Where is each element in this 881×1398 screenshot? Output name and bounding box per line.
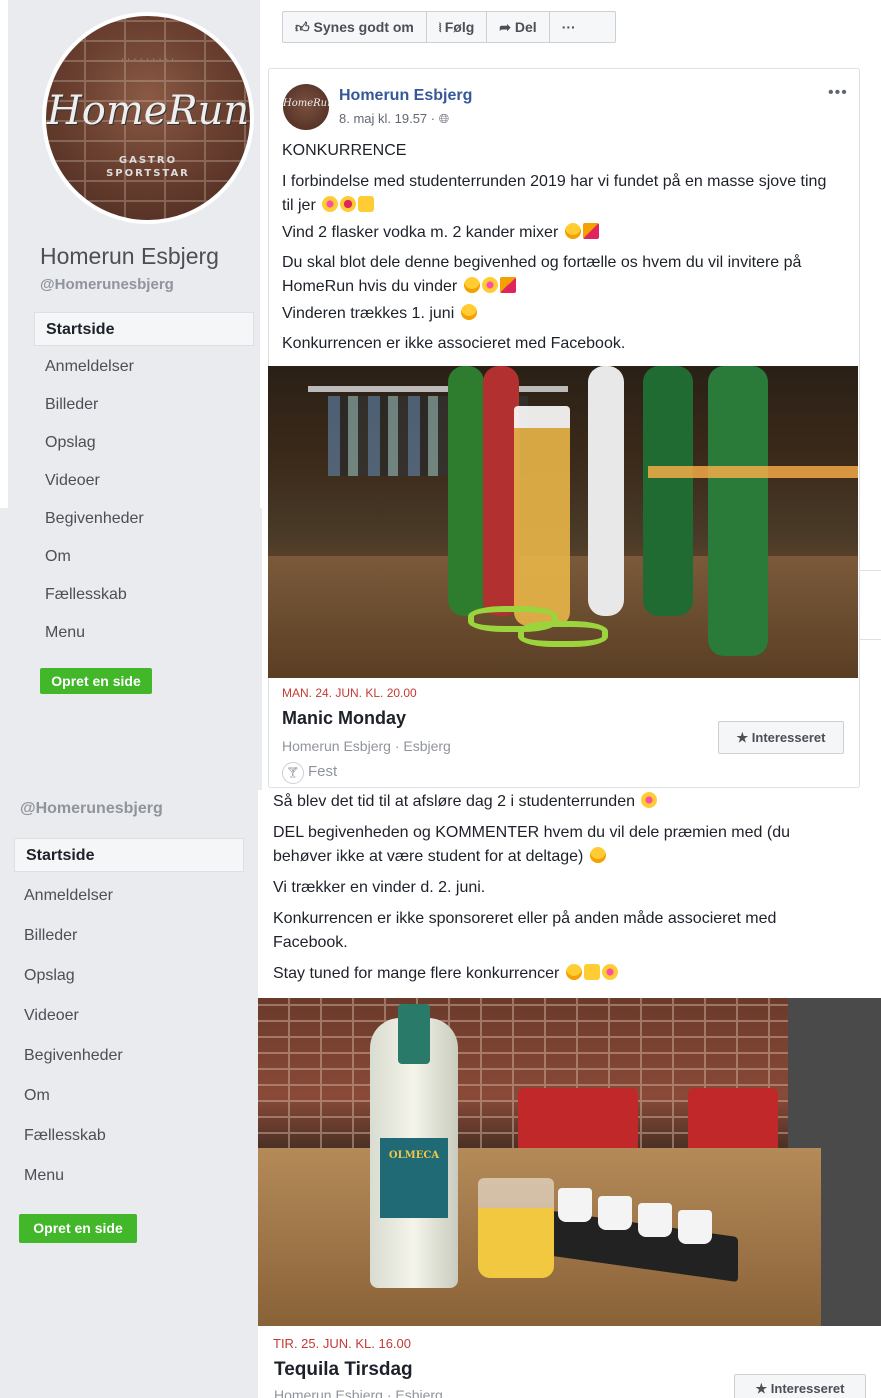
post-text-line: Vi trækker en vinder d. 2. juni. <box>273 879 486 896</box>
share-arrow-icon: ➦ <box>499 19 515 35</box>
nav-om[interactable]: Om <box>45 548 71 566</box>
page-handle[interactable]: @Homerunesbjerg <box>20 800 163 818</box>
star-eyes-emoji-icon <box>601 964 618 980</box>
post-text-line: DEL begivenheden og KOMMENTER hvem du vi… <box>273 824 790 865</box>
tequila-bottle: OLMECA <box>370 1004 458 1288</box>
nav-opslag[interactable]: Opslag <box>24 967 75 985</box>
avatar-logo-text: HomeRun <box>46 88 250 134</box>
star-eyes-emoji-icon <box>641 792 658 808</box>
nav-startside[interactable]: Startside <box>34 312 254 346</box>
nav-anmeldelser[interactable]: Anmeldelser <box>24 887 113 905</box>
interested-button[interactable]: ★ Interesseret <box>718 721 844 754</box>
event-date: MAN. 24. JUN. KL. 20.00 <box>282 686 417 700</box>
event-location[interactable]: Homerun Esbjerg · Esbjerg <box>274 1387 443 1398</box>
thumbs-up-icon: 👍︎ <box>295 19 314 35</box>
nav-anmeldelser[interactable]: Anmeldelser <box>45 358 134 376</box>
event-title[interactable]: Tequila Tirsdag <box>274 1359 413 1381</box>
grinning-emoji-icon <box>565 964 582 980</box>
globe-icon: 🌐︎ <box>438 111 450 126</box>
post-text-line: KONKURRENCE <box>282 142 407 159</box>
post-text-line: Vind 2 flasker vodka m. 2 kander mixer <box>282 221 842 245</box>
post-author-avatar[interactable]: HomeRun <box>283 84 329 130</box>
event-cover-photo-tequila[interactable]: OLMECA <box>258 998 881 1326</box>
star-eyes-emoji-icon <box>322 196 339 212</box>
nav-videoer[interactable]: Videoer <box>24 1007 79 1025</box>
event-title[interactable]: Manic Monday <box>282 708 406 729</box>
event-cover-photo-bar[interactable] <box>268 366 858 678</box>
party-popper-emoji-icon <box>499 277 516 293</box>
cocktail-icon: 🍸︎ <box>282 762 304 784</box>
grinning-emoji-icon <box>463 277 480 293</box>
nav-startside[interactable]: Startside <box>14 838 244 872</box>
event-category: 🍸︎ Fest <box>282 762 337 784</box>
create-page-button[interactable]: Opret en side <box>19 1214 137 1243</box>
post-text-line: Vinderen trækkes 1. juni <box>282 302 842 326</box>
party-popper-emoji-icon <box>582 223 599 239</box>
screenshot-top: · · · · · · · · · HomeRun GASTRO SPORTSTA… <box>0 0 881 790</box>
nav-billeder[interactable]: Billeder <box>24 927 77 945</box>
nav-videoer[interactable]: Videoer <box>45 472 100 490</box>
nav-faellesskab[interactable]: Fællesskab <box>24 1127 106 1145</box>
star-eyes-emoji-icon <box>481 277 498 293</box>
heart-face-emoji-icon <box>340 196 357 212</box>
divider <box>860 570 881 640</box>
smiley-emoji-icon <box>460 304 477 320</box>
post-text-line: Konkurrencen er ikke sponsoreret eller p… <box>273 910 777 951</box>
nav-menu[interactable]: Menu <box>24 1167 64 1185</box>
create-page-button[interactable]: Opret en side <box>40 668 152 694</box>
bottle-label: OLMECA <box>380 1138 448 1218</box>
raised-hands-emoji-icon <box>358 196 375 212</box>
smiley-emoji-icon <box>589 847 606 863</box>
post-text-line: Du skal blot dele denne begivenhed og fo… <box>282 254 802 295</box>
post-text-line: Konkurrencen er ikke associeret med Face… <box>282 335 626 352</box>
like-page-button[interactable]: 👍︎ Synes godt om <box>283 12 427 42</box>
page-name[interactable]: Homerun Esbjerg <box>40 243 219 270</box>
screenshot-bottom: @Homerunesbjerg Startside Anmeldelser Bi… <box>0 790 881 1398</box>
page-sidebar-lower <box>0 508 262 790</box>
post-text-line: I forbindelse med studenterrunden 2019 h… <box>282 173 827 214</box>
post-more-icon[interactable]: ••• <box>828 84 848 102</box>
share-button[interactable]: ➦ Del <box>487 12 550 42</box>
nav-om[interactable]: Om <box>24 1087 50 1105</box>
post-author-name[interactable]: Homerun Esbjerg <box>339 87 472 105</box>
nav-begivenheder[interactable]: Begivenheder <box>45 510 144 528</box>
page-action-bar: 👍︎ Synes godt om ⦚ Følg ➦ Del ··· <box>282 11 616 43</box>
nav-begivenheder[interactable]: Begivenheder <box>24 1047 123 1065</box>
post-text-line: Så blev det tid til at afsløre dag 2 i s… <box>273 790 853 814</box>
post-timestamp[interactable]: 8. maj kl. 19.57 · 🌐︎ <box>339 111 449 127</box>
post-text-line: Stay tuned for mange flere konkurrencer <box>273 962 853 986</box>
page-handle[interactable]: @Homerunesbjerg <box>40 276 174 293</box>
grinning-emoji-icon <box>564 223 581 239</box>
nav-opslag[interactable]: Opslag <box>45 434 96 452</box>
event-location[interactable]: Homerun Esbjerg · Esbjerg <box>282 738 451 754</box>
page-profile-picture[interactable]: · · · · · · · · · HomeRun GASTRO SPORTSTA… <box>42 12 254 224</box>
interested-button[interactable]: ★ Interesseret <box>734 1374 866 1398</box>
nav-faellesskab[interactable]: Fællesskab <box>45 586 127 604</box>
avatar-sub-text: GASTRO SPORTSTAR <box>106 155 190 179</box>
nav-billeder[interactable]: Billeder <box>45 396 98 414</box>
more-options-button[interactable]: ··· <box>550 12 588 42</box>
horns-hand-emoji-icon <box>583 964 600 980</box>
nav-menu[interactable]: Menu <box>45 624 85 642</box>
follow-button[interactable]: ⦚ Følg <box>427 12 488 42</box>
event-date: TIR. 25. JUN. KL. 16.00 <box>273 1336 412 1351</box>
